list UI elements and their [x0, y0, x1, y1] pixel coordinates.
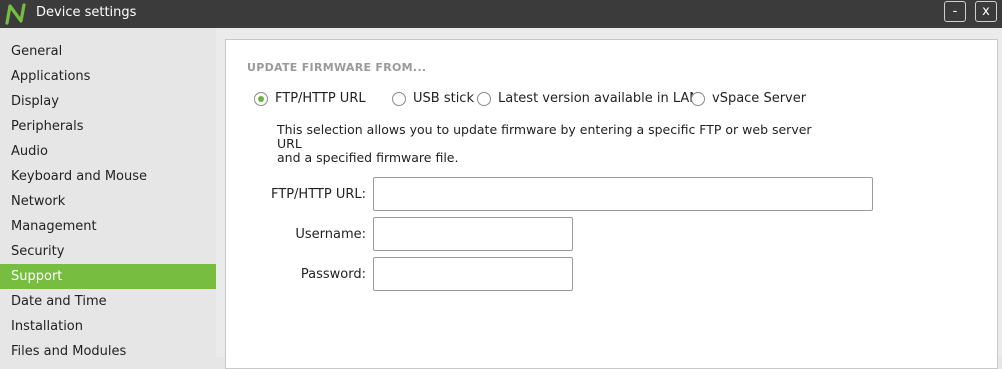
sidebar-item-network[interactable]: Network: [0, 189, 216, 214]
url-input[interactable]: [373, 177, 873, 211]
description-line: and a specified firmware file.: [277, 150, 459, 165]
username-label: Username:: [295, 227, 366, 242]
username-input[interactable]: [373, 217, 573, 251]
sidebar-item-display[interactable]: Display: [0, 89, 216, 114]
sidebar-item-applications[interactable]: Applications: [0, 64, 216, 89]
radio-checked-icon[interactable]: [254, 92, 268, 106]
sidebar-item-peripherals[interactable]: Peripherals: [0, 114, 216, 139]
sidebar-item-keyboard-and-mouse[interactable]: Keyboard and Mouse: [0, 164, 216, 189]
sidebar: General Applications Display Peripherals…: [0, 28, 216, 359]
sidebar-item-security[interactable]: Security: [0, 239, 216, 264]
radio-label: FTP/HTTP URL: [275, 91, 366, 106]
sidebar-item-general[interactable]: General: [0, 39, 216, 64]
password-label: Password:: [300, 267, 366, 282]
url-label: FTP/HTTP URL:: [271, 187, 366, 202]
sidebar-item-support[interactable]: Support: [0, 264, 216, 289]
close-button[interactable]: x: [975, 1, 997, 22]
description-line: This selection allows you to update firm…: [277, 122, 812, 151]
section-heading: UPDATE FIRMWARE FROM...: [247, 61, 427, 74]
radio-unchecked-icon[interactable]: [691, 92, 705, 106]
radio-label: vSpace Server: [712, 91, 807, 106]
radio-label: Latest version available in LAN: [498, 91, 700, 106]
sidebar-item-management[interactable]: Management: [0, 214, 216, 239]
window-title: Device settings: [36, 5, 137, 20]
sidebar-item-audio[interactable]: Audio: [0, 139, 216, 164]
password-input[interactable]: [373, 257, 573, 291]
title-bar: Device settings - x: [0, 0, 1002, 28]
minimize-button[interactable]: -: [944, 1, 966, 22]
radio-unchecked-icon[interactable]: [392, 92, 406, 106]
radio-unchecked-icon[interactable]: [477, 92, 491, 106]
app-logo-icon: [5, 3, 26, 25]
radio-label: USB stick: [413, 91, 474, 106]
sidebar-item-installation[interactable]: Installation: [0, 314, 216, 339]
sidebar-item-files-and-modules[interactable]: Files and Modules: [0, 339, 216, 364]
firmware-description: This selection allows you to update firm…: [277, 123, 837, 165]
sidebar-item-date-and-time[interactable]: Date and Time: [0, 289, 216, 314]
